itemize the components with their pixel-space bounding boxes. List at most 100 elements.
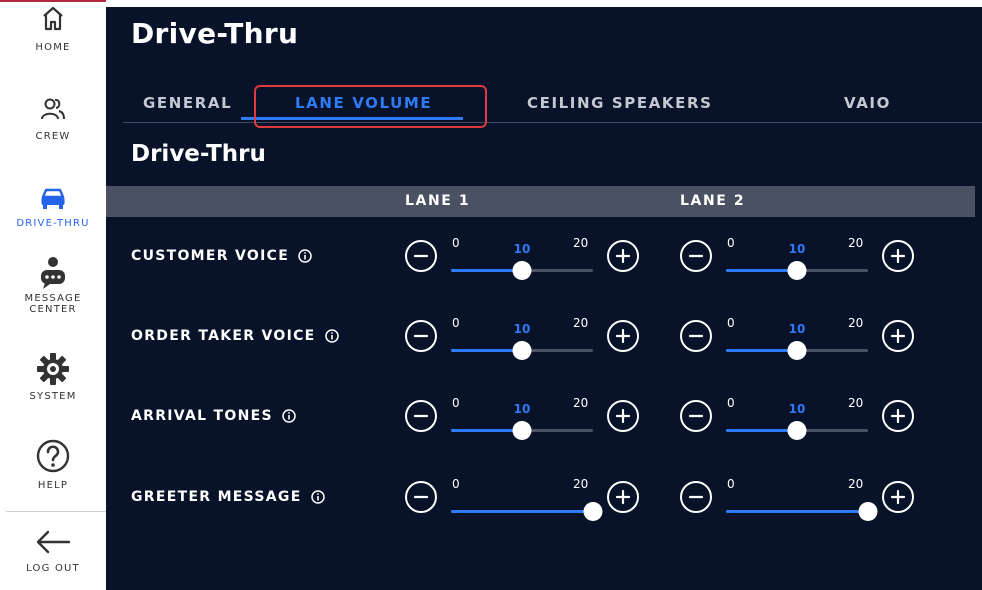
plus-icon [890, 328, 906, 344]
arrow-left-icon [36, 530, 71, 554]
sidebar-item-crew[interactable]: CREW [0, 96, 106, 142]
volume-decrease-button[interactable] [405, 240, 437, 272]
volume-increase-button[interactable] [882, 240, 914, 272]
minus-icon [688, 414, 704, 418]
volume-slider-fill [451, 269, 522, 272]
volume-decrease-button[interactable] [680, 320, 712, 352]
sidebar-item-message-center[interactable]: MESSAGE CENTER [0, 256, 106, 315]
volume-control-lane-2: 0 20 10 [680, 236, 920, 290]
volume-decrease-button[interactable] [680, 400, 712, 432]
volume-max-label: 20 [573, 236, 589, 250]
volume-slider-track[interactable] [451, 502, 603, 521]
volume-value-label: 10 [513, 322, 531, 336]
info-icon[interactable] [282, 409, 296, 423]
message-center-icon [41, 257, 65, 289]
info-icon[interactable] [324, 329, 339, 343]
info-icon[interactable] [310, 490, 325, 504]
sidebar-item-label: DRIVE-THRU [16, 218, 90, 229]
volume-min-label: 0 [452, 316, 460, 330]
volume-slider-fill [451, 349, 522, 352]
sidebar-item-label-2: CENTER [29, 304, 77, 315]
sidebar-divider [6, 511, 106, 512]
volume-max-label: 20 [573, 477, 589, 491]
volume-decrease-button[interactable] [405, 320, 437, 352]
lane-1-header: LANE 1 [405, 193, 471, 209]
volume-increase-button[interactable] [607, 481, 639, 513]
volume-increase-button[interactable] [882, 400, 914, 432]
plus-icon [890, 248, 906, 264]
volume-slider-fill [451, 510, 593, 513]
row-label-text: ARRIVAL TONES [131, 408, 273, 424]
volume-slider-thumb[interactable] [858, 502, 878, 521]
volume-value-label: 10 [788, 242, 806, 256]
help-icon [36, 439, 70, 473]
volume-min-label: 0 [727, 477, 735, 491]
volume-increase-button[interactable] [882, 320, 914, 352]
volume-slider-thumb[interactable] [512, 341, 532, 360]
page-title: Drive-Thru [131, 17, 299, 50]
main-panel: Drive-Thru GENERAL LANE VOLUME CEILING S… [106, 7, 982, 590]
volume-control-lane-2: 0 20 [680, 477, 920, 531]
volume-slider-fill [726, 349, 797, 352]
volume-slider-thumb[interactable] [583, 502, 603, 521]
plus-icon [615, 328, 631, 344]
sidebar-item-log-out[interactable]: LOG OUT [0, 529, 106, 574]
volume-decrease-button[interactable] [405, 481, 437, 513]
info-icon[interactable] [298, 249, 312, 263]
sidebar-item-drive-thru[interactable]: DRIVE-THRU [0, 186, 106, 229]
volume-slider-track[interactable] [451, 421, 593, 440]
volume-slider-track[interactable] [451, 261, 593, 280]
volume-slider-fill [726, 269, 797, 272]
sidebar-item-label: HOME [35, 42, 71, 53]
sidebar: HOME CREW DRIVE-THRU MESSAGE CENTER SYST… [0, 0, 106, 590]
row-label: GREETER MESSAGE [131, 489, 325, 505]
volume-min-label: 0 [727, 396, 735, 410]
volume-slider-track[interactable] [451, 341, 593, 360]
volume-decrease-button[interactable] [680, 481, 712, 513]
minus-icon [413, 414, 429, 418]
volume-slider-track[interactable] [726, 421, 868, 440]
volume-increase-button[interactable] [607, 240, 639, 272]
volume-slider-track[interactable] [726, 261, 868, 280]
sidebar-item-help[interactable]: HELP [0, 439, 106, 491]
volume-slider-thumb[interactable] [512, 261, 532, 280]
volume-slider-fill [726, 429, 797, 432]
section-title: Drive-Thru [131, 141, 266, 167]
volume-slider-thumb[interactable] [512, 421, 532, 440]
tab-vaio[interactable]: VAIO [844, 94, 891, 112]
volume-max-label: 20 [848, 396, 864, 410]
volume-control-lane-1: 0 20 10 [405, 396, 645, 450]
volume-slider-thumb[interactable] [787, 421, 807, 440]
tab-ceiling-speakers[interactable]: CEILING SPEAKERS [527, 94, 713, 112]
plus-icon [615, 248, 631, 264]
tab-highlight-box [254, 85, 487, 128]
sidebar-item-system[interactable]: SYSTEM [0, 352, 106, 402]
volume-decrease-button[interactable] [405, 400, 437, 432]
volume-increase-button[interactable] [607, 400, 639, 432]
volume-slider-fill [726, 510, 868, 513]
row-label-text: GREETER MESSAGE [131, 489, 302, 505]
volume-slider-thumb[interactable] [787, 261, 807, 280]
plus-icon [615, 408, 631, 424]
home-icon [43, 6, 63, 31]
volume-max-label: 20 [848, 316, 864, 330]
volume-control-lane-1: 0 20 10 [405, 316, 645, 370]
volume-value-label: 10 [513, 242, 531, 256]
minus-icon [688, 334, 704, 338]
tab-general[interactable]: GENERAL [143, 94, 232, 112]
crew-icon [41, 98, 65, 120]
volume-slider-fill [451, 429, 522, 432]
volume-increase-button[interactable] [882, 481, 914, 513]
row-label: CUSTOMER VOICE [131, 248, 312, 264]
plus-icon [890, 408, 906, 424]
volume-value-label: 10 [788, 402, 806, 416]
car-icon [41, 188, 65, 209]
volume-slider-thumb[interactable] [787, 341, 807, 360]
volume-min-label: 0 [727, 236, 735, 250]
volume-increase-button[interactable] [607, 320, 639, 352]
volume-max-label: 20 [848, 477, 864, 491]
volume-slider-track[interactable] [726, 341, 868, 360]
volume-slider-track[interactable] [726, 502, 878, 521]
volume-decrease-button[interactable] [680, 240, 712, 272]
sidebar-item-home[interactable]: HOME [0, 4, 106, 53]
